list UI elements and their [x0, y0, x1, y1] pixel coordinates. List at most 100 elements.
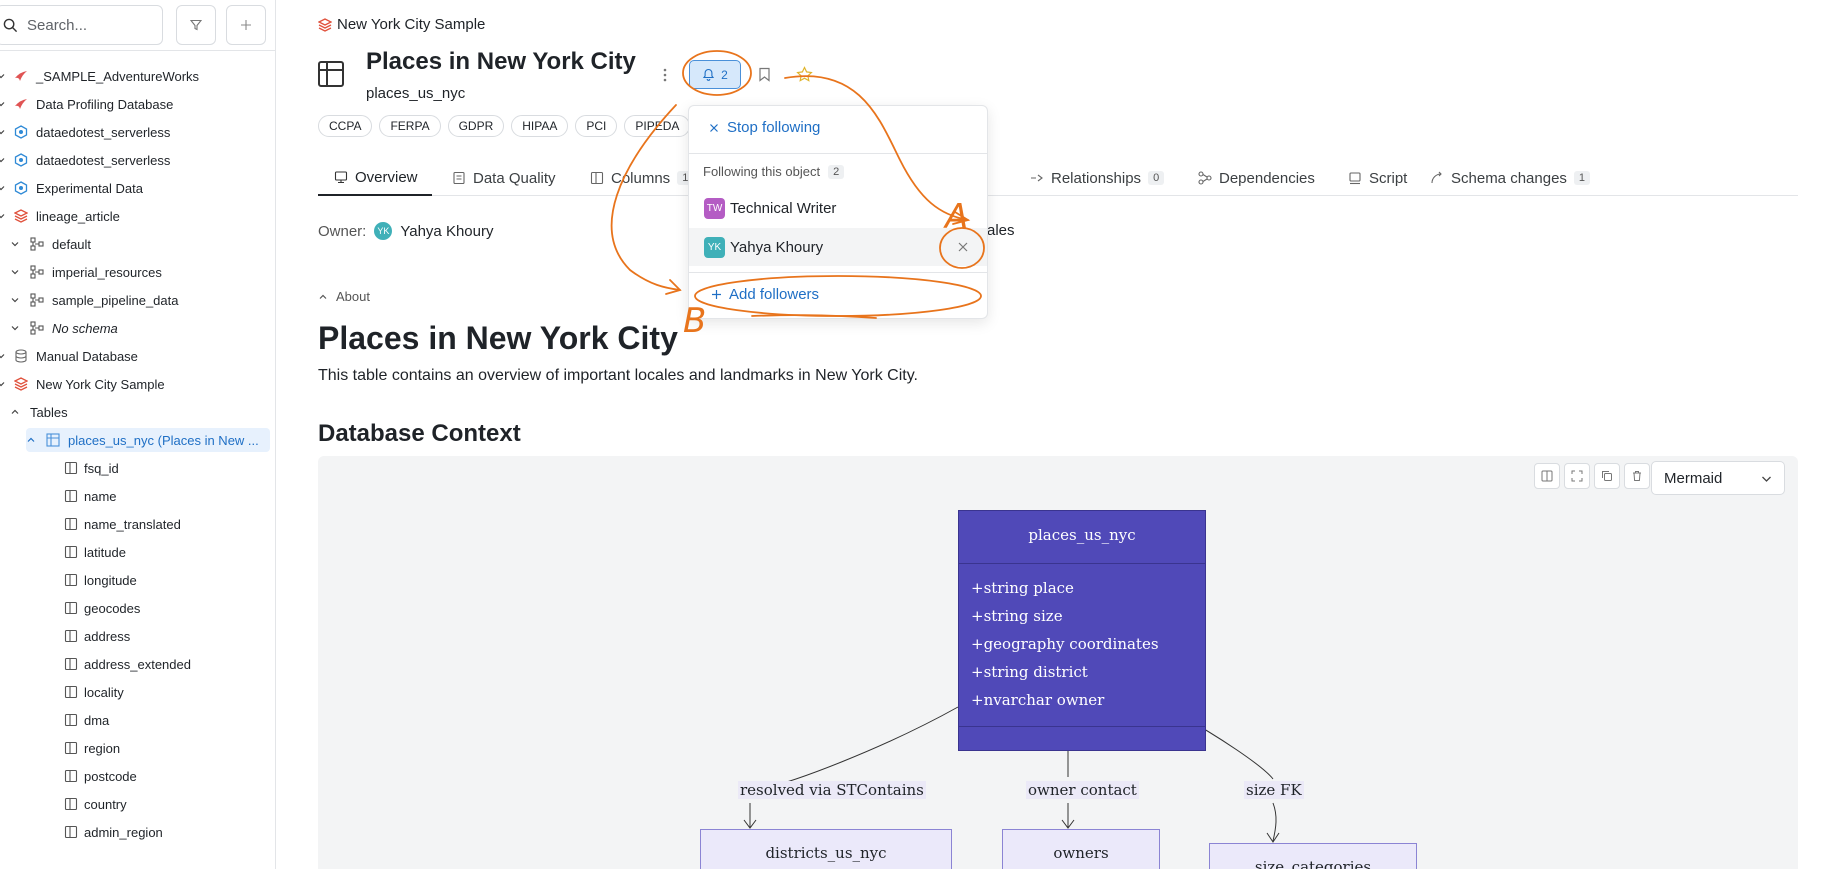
tree-item-tables[interactable]: Tables [0, 400, 272, 424]
tag[interactable]: CCPA [318, 115, 373, 137]
tree-item-label: address_extended [84, 656, 191, 672]
follower-count: 2 [721, 67, 728, 82]
tree-item-adventureworks[interactable]: _SAMPLE_AdventureWorks [0, 64, 272, 88]
tag[interactable]: PIPEDA [624, 115, 691, 137]
tab-relationships[interactable]: Relationships 0 [1030, 160, 1165, 196]
add-followers-label: Add followers [729, 286, 820, 303]
tree-item-column[interactable]: region [0, 736, 272, 760]
tree-item-label: _SAMPLE_AdventureWorks [36, 68, 200, 84]
sql-server-icon [15, 99, 27, 109]
stop-following-button[interactable]: Stop following [709, 119, 820, 136]
tree-item-column[interactable]: dma [0, 708, 272, 732]
tab-count: 1 [1573, 171, 1591, 185]
entity-attribute: +geography coordinates [971, 635, 1159, 653]
follow-button[interactable]: 2 [689, 60, 741, 89]
follower-item[interactable]: TW Technical Writer [689, 189, 987, 227]
follower-name: Yahya Khoury [730, 238, 824, 256]
tree-item-default[interactable]: default [0, 232, 272, 256]
tab-schema-changes[interactable]: Schema changes 1 [1430, 160, 1591, 196]
tab-label: Dependencies [1219, 169, 1315, 187]
column-icon [64, 769, 78, 783]
add-followers-button[interactable]: Add followers [711, 286, 819, 303]
entity-owners: owners [1002, 829, 1160, 869]
tree-item-lineage[interactable]: lineage_article [0, 204, 272, 228]
chevron-down-icon [11, 242, 19, 247]
tree-item-column[interactable]: geocodes [0, 596, 272, 620]
chevron-up-icon [11, 409, 19, 414]
tree-item-column[interactable]: admin_region [0, 820, 272, 844]
tree-item-column[interactable]: longitude [0, 568, 272, 592]
tree-item-column[interactable]: name_translated [0, 512, 272, 536]
tree-item-column[interactable]: postcode [0, 764, 272, 788]
tab-overview[interactable]: Overview [318, 160, 432, 196]
tab-columns[interactable]: Columns 1 [590, 160, 694, 196]
following-label: Following this object [703, 164, 821, 179]
star-icon[interactable] [796, 66, 813, 83]
tree-item-column[interactable]: locality [0, 680, 272, 704]
checklist-icon [453, 171, 465, 185]
tab-label: Schema changes [1451, 169, 1567, 187]
tree-item-dataedotest-1[interactable]: dataedotest_serverless [0, 120, 272, 144]
follower-item[interactable]: YK Yahya Khoury [689, 228, 987, 266]
search-box[interactable] [0, 5, 163, 45]
script-icon [1349, 172, 1361, 185]
more-options-icon[interactable] [660, 66, 670, 84]
tree-item-manual-db[interactable]: Manual Database [0, 344, 272, 368]
tree-item-column[interactable]: latitude [0, 540, 272, 564]
tree-item-column[interactable]: country [0, 792, 272, 816]
tab-dependencies[interactable]: Dependencies [1198, 160, 1315, 196]
close-icon [710, 123, 718, 132]
tree-item-data-profiling[interactable]: Data Profiling Database [0, 92, 272, 116]
tree-item-dataedotest-2[interactable]: dataedotest_serverless [0, 148, 272, 172]
filter-icon [190, 19, 202, 31]
tab-label: Script [1369, 169, 1408, 187]
schema-changes-icon [1431, 171, 1442, 184]
add-button[interactable] [226, 5, 266, 45]
about-toggle[interactable]: About [318, 289, 370, 304]
tree-item-label: default [52, 236, 92, 252]
owner-name[interactable]: Yahya Khoury [400, 223, 493, 240]
entity-size-categories: size_categories [1209, 843, 1417, 869]
tree-item-imperial[interactable]: imperial_resources [0, 260, 272, 284]
bookmark-icon[interactable] [758, 67, 771, 82]
tree-item-places-us-nyc[interactable]: places_us_nyc (Places in New ... [26, 428, 270, 452]
tab-data-quality[interactable]: Data Quality [452, 160, 556, 196]
tree-item-no-schema[interactable]: No schema [0, 316, 272, 340]
tree-item-column[interactable]: address [0, 624, 272, 648]
tag[interactable]: HIPAA [511, 115, 569, 137]
monitor-icon [334, 171, 348, 184]
tree-item-column[interactable]: address_extended [0, 652, 272, 676]
tree-item-label: geocodes [84, 600, 141, 616]
remove-follower-icon[interactable] [957, 241, 969, 253]
tree-item-label: dataedotest_serverless [36, 152, 171, 168]
chevron-down-icon [11, 326, 19, 331]
description-heading: Places in New York City [318, 320, 678, 356]
tree-item-label: Tables [30, 404, 68, 420]
breadcrumb[interactable]: New York City Sample [318, 16, 485, 33]
chevron-down-icon [0, 354, 5, 359]
entity-attribute: +string size [971, 607, 1063, 625]
owner-label: Owner: [318, 222, 367, 240]
tag[interactable]: FERPA [379, 115, 441, 137]
tree-item-column[interactable]: name [0, 484, 272, 508]
tree-item-label: admin_region [84, 824, 163, 840]
schema-icon [30, 293, 44, 307]
column-icon [64, 741, 78, 755]
sql-server-icon [15, 71, 27, 81]
filter-button[interactable] [176, 5, 216, 45]
tree-item-nyc-sample[interactable]: New York City Sample [0, 372, 272, 396]
tree-item-label: postcode [84, 768, 137, 784]
tag[interactable]: PCI [575, 115, 618, 137]
plus-icon [712, 290, 721, 299]
tree-item-column[interactable]: fsq_id [0, 456, 272, 480]
entity-name: places_us_nyc [1028, 526, 1136, 544]
tree-item-sample-pipeline[interactable]: sample_pipeline_data [0, 288, 272, 312]
column-icon [64, 685, 78, 699]
tab-script[interactable]: Script [1348, 160, 1407, 196]
entity-divider [959, 726, 1205, 727]
search-input[interactable] [27, 14, 152, 36]
tree-item-experimental[interactable]: Experimental Data [0, 176, 272, 200]
chevron-down-icon [0, 102, 5, 107]
tag[interactable]: GDPR [447, 115, 505, 137]
tab-count: 0 [1148, 171, 1165, 185]
